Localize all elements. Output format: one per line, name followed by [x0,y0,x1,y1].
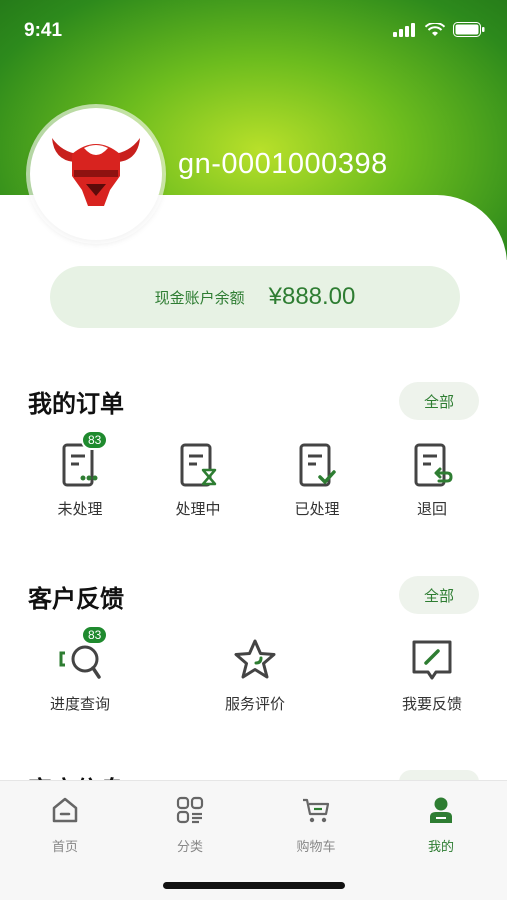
wifi-icon [425,22,445,36]
feedback-submit[interactable]: 我要反馈 [377,635,487,714]
document-return-icon [414,443,453,487]
orders-section-title: 我的订单 [28,391,124,418]
balance-card[interactable]: 现金账户余额 ¥888.00 [50,266,460,328]
tab-mine-label: 我的 [427,839,454,854]
order-unprocessed[interactable]: 83 未处理 [25,430,135,519]
feedback-progress-label: 进度查询 [49,696,110,713]
feedback-rating[interactable]: 服务评价 [200,635,310,714]
username: gn-0001000398 [178,148,388,180]
orders-all-button[interactable]: 全部 [399,382,479,420]
feedback-submit-label: 我要反馈 [401,696,462,713]
feedback-all-button[interactable]: 全部 [399,576,479,614]
home-indicator [163,882,345,889]
tab-cart[interactable]: 购物车 [276,795,356,855]
avatar[interactable] [30,108,162,240]
balance-value: ¥888.00 [268,283,356,310]
order-processed-label: 已处理 [294,501,340,518]
tab-home-label: 首页 [51,839,78,854]
order-unprocessed-label: 未处理 [57,501,103,518]
balance-label: 现金账户余额 [154,289,245,307]
feedback-rating-label: 服务评价 [224,696,285,713]
order-processing-label: 处理中 [175,501,221,518]
tab-category[interactable]: 分类 [150,795,230,855]
tab-category-label: 分类 [176,839,203,854]
progress-count-badge: 83 [81,625,109,645]
tab-home[interactable]: 首页 [25,795,105,855]
status-bar: 9:41 [0,0,507,62]
category-icon [176,796,204,824]
star-icon [234,639,276,679]
cart-icon [303,798,330,823]
tab-cart-label: 购物车 [296,839,336,854]
unprocessed-count-badge: 83 [81,430,109,450]
feedback-edit-icon [412,640,452,680]
order-returned-label: 退回 [416,501,447,518]
feedback-section-title: 客户反馈 [28,586,124,613]
order-processed[interactable]: 已处理 [262,440,372,519]
order-processing[interactable]: 处理中 [143,440,253,519]
bull-logo-icon [52,138,140,206]
status-icons [393,22,485,37]
user-icon [430,797,452,823]
battery-icon [453,22,485,37]
status-time: 9:41 [24,20,63,41]
document-hourglass-icon [180,443,217,487]
cellular-signal-icon [393,22,415,37]
feedback-progress[interactable]: 83 进度查询 [25,625,135,714]
order-returned[interactable]: 退回 [377,440,487,519]
tab-mine[interactable]: 我的 [401,795,481,855]
document-check-icon [299,443,336,487]
home-icon [52,797,78,823]
